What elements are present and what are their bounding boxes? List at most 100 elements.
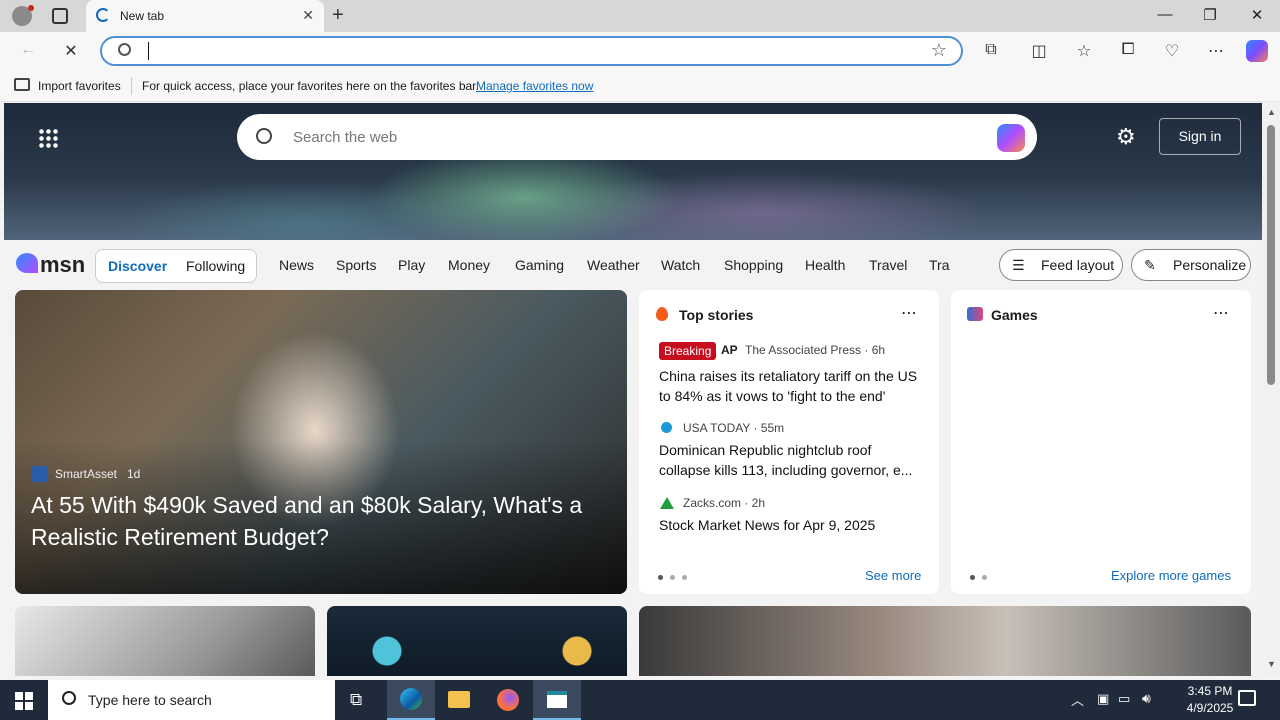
nav-play[interactable]: Play — [398, 257, 425, 273]
carousel-dot-active[interactable] — [658, 575, 663, 580]
nav-travel[interactable]: Travel — [869, 257, 907, 273]
nav-weather[interactable]: Weather — [587, 257, 640, 273]
carousel-dot[interactable] — [982, 575, 987, 580]
nav-health[interactable]: Health — [805, 257, 845, 273]
manage-favorites-link[interactable]: Manage favorites now — [476, 79, 593, 93]
more-options-icon[interactable]: ⋯ — [1213, 303, 1229, 323]
more-options-icon[interactable]: ⋯ — [901, 303, 917, 323]
breaking-badge: Breaking — [659, 342, 717, 360]
restore-icon[interactable]: ❐ — [1200, 6, 1220, 24]
edge-taskbar-icon[interactable] — [387, 680, 435, 720]
search-icon — [118, 43, 131, 56]
nav-shopping[interactable]: Shopping — [724, 257, 783, 273]
minimize-icon[interactable]: — — [1155, 6, 1175, 23]
tab-following[interactable]: Following — [186, 258, 245, 274]
carousel-dot[interactable] — [670, 575, 675, 580]
smartasset-logo — [31, 466, 47, 482]
carousel-dot[interactable] — [682, 575, 687, 580]
scroll-thumb[interactable] — [1267, 125, 1275, 385]
feed-tabs: Discover Following — [95, 249, 257, 283]
see-more-link[interactable]: See more — [865, 568, 921, 583]
msn-logo-icon[interactable] — [16, 253, 38, 273]
story-source: Zacks.com · 2h — [683, 496, 766, 510]
taskbar-search-box[interactable]: Type here to search — [48, 680, 335, 720]
personalize-icon: ✎ — [1144, 257, 1156, 273]
nav-news[interactable]: News — [279, 257, 314, 273]
nav-watch[interactable]: Watch — [661, 257, 700, 273]
chevron-up-icon[interactable]: ︿ — [1071, 690, 1084, 709]
notification-icon[interactable] — [1238, 690, 1256, 706]
close-tab-icon[interactable]: ✕ — [302, 7, 314, 24]
zacks-logo — [660, 497, 674, 509]
scroll-down-icon[interactable]: ▼ — [1267, 659, 1276, 669]
favorite-star-icon[interactable]: ☆ — [931, 40, 947, 61]
story-headline[interactable]: Dominican Republic nightclub roof collap… — [659, 440, 925, 480]
search-icon — [256, 128, 272, 144]
web-search-box[interactable]: Search the web — [237, 114, 1037, 160]
msn-logo[interactable]: msn — [40, 252, 85, 278]
vertical-scrollbar[interactable]: ▲ ▼ — [1262, 103, 1280, 676]
search-input[interactable]: Search the web — [293, 129, 397, 146]
collections-icon[interactable]: ⧠ — [1117, 41, 1139, 59]
device-icon[interactable]: ▣ — [1097, 691, 1109, 707]
tab-discover[interactable]: Discover — [108, 258, 167, 274]
sign-in-button[interactable]: Sign in — [1159, 118, 1241, 155]
games-card: Games ⋯ Explore more games — [951, 290, 1251, 594]
feature-headline[interactable]: At 55 With $490k Saved and an $80k Salar… — [31, 489, 611, 553]
start-icon[interactable] — [15, 692, 33, 710]
games-title: Games — [991, 307, 1038, 323]
tab-actions-icon[interactable] — [52, 8, 68, 24]
back-icon[interactable]: ← — [17, 41, 39, 59]
personalize-button[interactable]: ✎ Personalize — [1131, 249, 1251, 281]
feed-layout-label: Feed layout — [1041, 257, 1115, 273]
tab-new-tab[interactable]: New tab ✕ — [86, 0, 324, 32]
search-icon — [62, 691, 76, 705]
nav-sports[interactable]: Sports — [336, 257, 376, 273]
scroll-up-icon[interactable]: ▲ — [1267, 107, 1276, 117]
nav-truncated[interactable]: Tra — [929, 257, 951, 273]
settings-more-icon[interactable]: ⋯ — [1205, 41, 1227, 61]
story-card[interactable] — [639, 606, 1251, 676]
feature-age: 1d — [127, 467, 141, 481]
story-headline[interactable]: Stock Market News for Apr 9, 2025 — [659, 515, 925, 535]
task-view-icon[interactable]: ⧉ — [350, 690, 362, 710]
story-card[interactable] — [15, 606, 315, 676]
extensions-icon[interactable]: ⧉ — [980, 41, 1002, 59]
close-window-icon[interactable]: ✕ — [1247, 6, 1267, 24]
firefox-icon[interactable] — [497, 689, 519, 711]
games-icon — [967, 307, 983, 321]
story-headline[interactable]: China raises its retaliatory tariff on t… — [659, 366, 925, 406]
file-explorer-icon[interactable] — [448, 691, 470, 708]
copilot-icon[interactable] — [997, 124, 1025, 152]
nav-gaming[interactable]: Gaming — [515, 257, 564, 273]
usa-today-logo — [661, 422, 672, 433]
copilot-icon[interactable] — [1246, 40, 1268, 62]
split-screen-icon[interactable]: ◫ — [1028, 41, 1050, 61]
hero-background: Search the web ⚙ Sign in — [4, 103, 1262, 240]
volume-icon[interactable]: 🔊︎ — [1142, 690, 1151, 707]
favorites-message: For quick access, place your favorites h… — [142, 79, 479, 93]
apps-launcher-icon[interactable] — [38, 128, 58, 148]
story-card[interactable] — [327, 606, 627, 676]
favorites-icon[interactable]: ☆ — [1073, 41, 1095, 61]
taskbar-search-input[interactable]: Type here to search — [88, 692, 212, 708]
address-bar[interactable]: ☆ — [100, 36, 963, 66]
import-favorites-icon[interactable] — [14, 78, 30, 91]
app-taskbar-icon[interactable] — [533, 680, 581, 720]
new-tab-icon[interactable]: + — [332, 4, 344, 27]
network-icon[interactable]: ▭ — [1118, 691, 1130, 707]
top-stories-title: Top stories — [679, 307, 754, 323]
browser-essentials-icon[interactable]: ♡ — [1161, 41, 1183, 61]
feature-story-card[interactable]: SmartAsset 1d At 55 With $490k Saved and… — [15, 290, 627, 594]
feed-layout-button[interactable]: ☰ Feed layout — [999, 249, 1123, 281]
address-input[interactable] — [148, 42, 149, 60]
stop-loading-icon[interactable]: ✕ — [60, 41, 82, 61]
explore-games-link[interactable]: Explore more games — [1111, 568, 1231, 583]
carousel-dot-active[interactable] — [970, 575, 975, 580]
ap-logo: AP — [721, 343, 738, 357]
import-favorites-button[interactable]: Import favorites — [38, 79, 121, 93]
loading-icon — [96, 8, 110, 22]
nav-money[interactable]: Money — [448, 257, 490, 273]
settings-gear-icon[interactable]: ⚙ — [1116, 124, 1136, 150]
top-stories-card: Top stories ⋯ Breaking AP The Associated… — [639, 290, 939, 594]
